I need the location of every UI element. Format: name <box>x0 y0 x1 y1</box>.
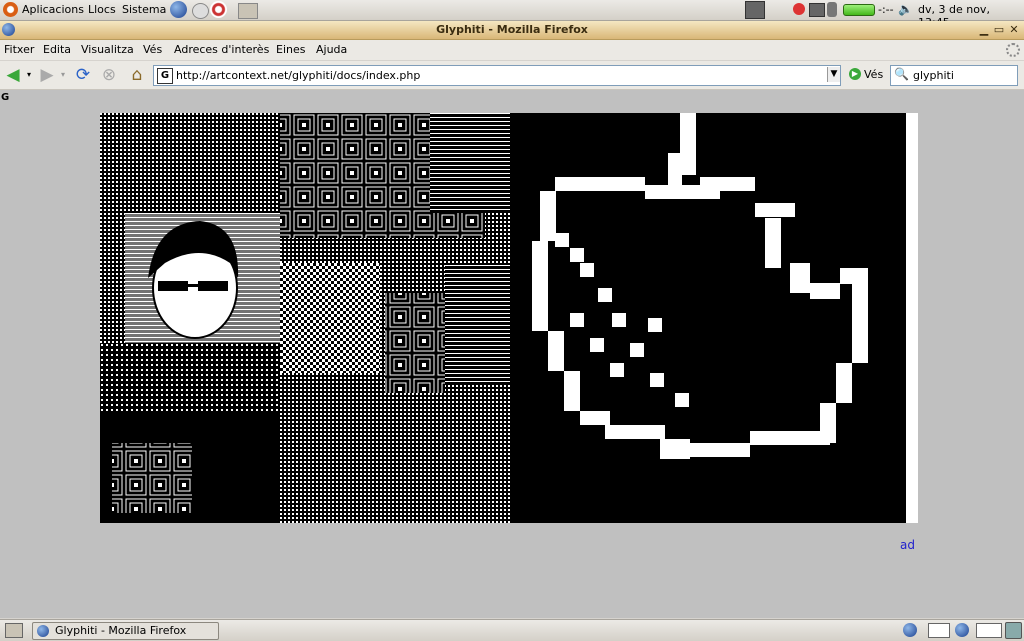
back-history-dropdown-icon[interactable]: ▾ <box>24 66 34 84</box>
firefox-launcher-icon[interactable] <box>170 1 187 18</box>
forward-history-dropdown-icon[interactable]: ▾ <box>58 66 68 84</box>
back-arrow-icon[interactable]: ◀ <box>3 66 23 84</box>
window-title: Glyphiti - Mozilla Firefox <box>436 23 588 36</box>
forward-arrow-icon[interactable]: ▶ <box>37 66 57 84</box>
glyphiti-artwork[interactable] <box>100 113 918 523</box>
trash-icon[interactable] <box>1005 622 1022 639</box>
places-menu[interactable]: Llocs <box>88 3 116 16</box>
menu-bar: Fitxer Edita Visualitza Vés Adreces d'in… <box>0 40 1024 60</box>
go-arrow-icon[interactable]: ▶ <box>849 68 861 80</box>
menu-file[interactable]: Fitxer <box>4 43 34 56</box>
workspace-3-icon[interactable] <box>976 623 1002 638</box>
menu-bookmarks[interactable]: Adreces d'interès <box>174 43 269 56</box>
pixel-apple-outline <box>532 113 868 459</box>
show-desktop-button-icon[interactable] <box>5 623 23 638</box>
workspace-1-icon[interactable] <box>928 623 950 638</box>
url-history-dropdown-icon[interactable]: ▼ <box>827 67 840 82</box>
volume-icon[interactable]: 🔈 <box>898 2 913 16</box>
battery-icon[interactable] <box>843 4 875 16</box>
menu-view[interactable]: Visualitza <box>81 43 134 56</box>
system-menu[interactable]: Sistema <box>122 3 166 16</box>
search-input[interactable]: 🔍 glyphiti <box>890 65 1018 86</box>
firefox-icon <box>37 625 49 637</box>
window-title-bar[interactable]: Glyphiti - Mozilla Firefox ▁ ▭ ✕ <box>0 21 1024 40</box>
minimize-button[interactable]: ▁ <box>977 23 991 36</box>
close-button[interactable]: ✕ <box>1007 23 1021 36</box>
window-list-tray-icon[interactable] <box>745 1 765 19</box>
power-plug-icon[interactable] <box>827 2 837 17</box>
site-favicon-icon: G <box>157 68 173 84</box>
throbber-icon <box>1006 43 1020 57</box>
applications-menu[interactable]: Aplicacions <box>22 3 84 16</box>
page-favicon-icon: G <box>1 92 10 103</box>
search-text[interactable]: glyphiti <box>913 69 954 82</box>
help-launcher-icon[interactable] <box>210 1 227 18</box>
show-desktop-icon[interactable] <box>238 3 258 19</box>
menu-go[interactable]: Vés <box>143 43 162 56</box>
page-content: G ad <box>0 90 1024 618</box>
home-icon[interactable]: ⌂ <box>127 66 147 84</box>
reload-icon[interactable]: ⟳ <box>73 66 93 84</box>
bottom-panel: Glyphiti - Mozilla Firefox <box>0 619 1024 641</box>
taskbar-item-label: Glyphiti - Mozilla Firefox <box>55 624 187 637</box>
url-bar[interactable]: G http://artcontext.net/glyphiti/docs/in… <box>153 65 841 86</box>
workspace-icon[interactable] <box>903 623 917 637</box>
ubuntu-logo-icon[interactable] <box>3 2 18 17</box>
menu-tools[interactable]: Eines <box>276 43 305 56</box>
workspace-2-icon[interactable] <box>955 623 969 637</box>
mail-launcher-icon[interactable] <box>192 3 209 19</box>
ad-link[interactable]: ad <box>900 538 915 552</box>
network-icon[interactable] <box>809 3 825 17</box>
menu-edit[interactable]: Edita <box>43 43 71 56</box>
go-button-label[interactable]: Vés <box>864 68 883 81</box>
update-notifier-icon[interactable] <box>793 3 805 15</box>
maximize-button[interactable]: ▭ <box>992 23 1006 36</box>
menu-help[interactable]: Ajuda <box>316 43 347 56</box>
stop-icon[interactable]: ⊗ <box>99 66 119 84</box>
battery-time: -:-- <box>878 3 894 16</box>
top-panel: Aplicacions Llocs Sistema -:-- 🔈 dv, 3 d… <box>0 0 1024 29</box>
search-engine-icon[interactable]: 🔍 <box>894 67 909 81</box>
taskbar-firefox-item[interactable]: Glyphiti - Mozilla Firefox <box>32 622 219 640</box>
glyph-mosaic-svg <box>100 113 918 523</box>
url-text[interactable]: http://artcontext.net/glyphiti/docs/inde… <box>176 69 420 82</box>
